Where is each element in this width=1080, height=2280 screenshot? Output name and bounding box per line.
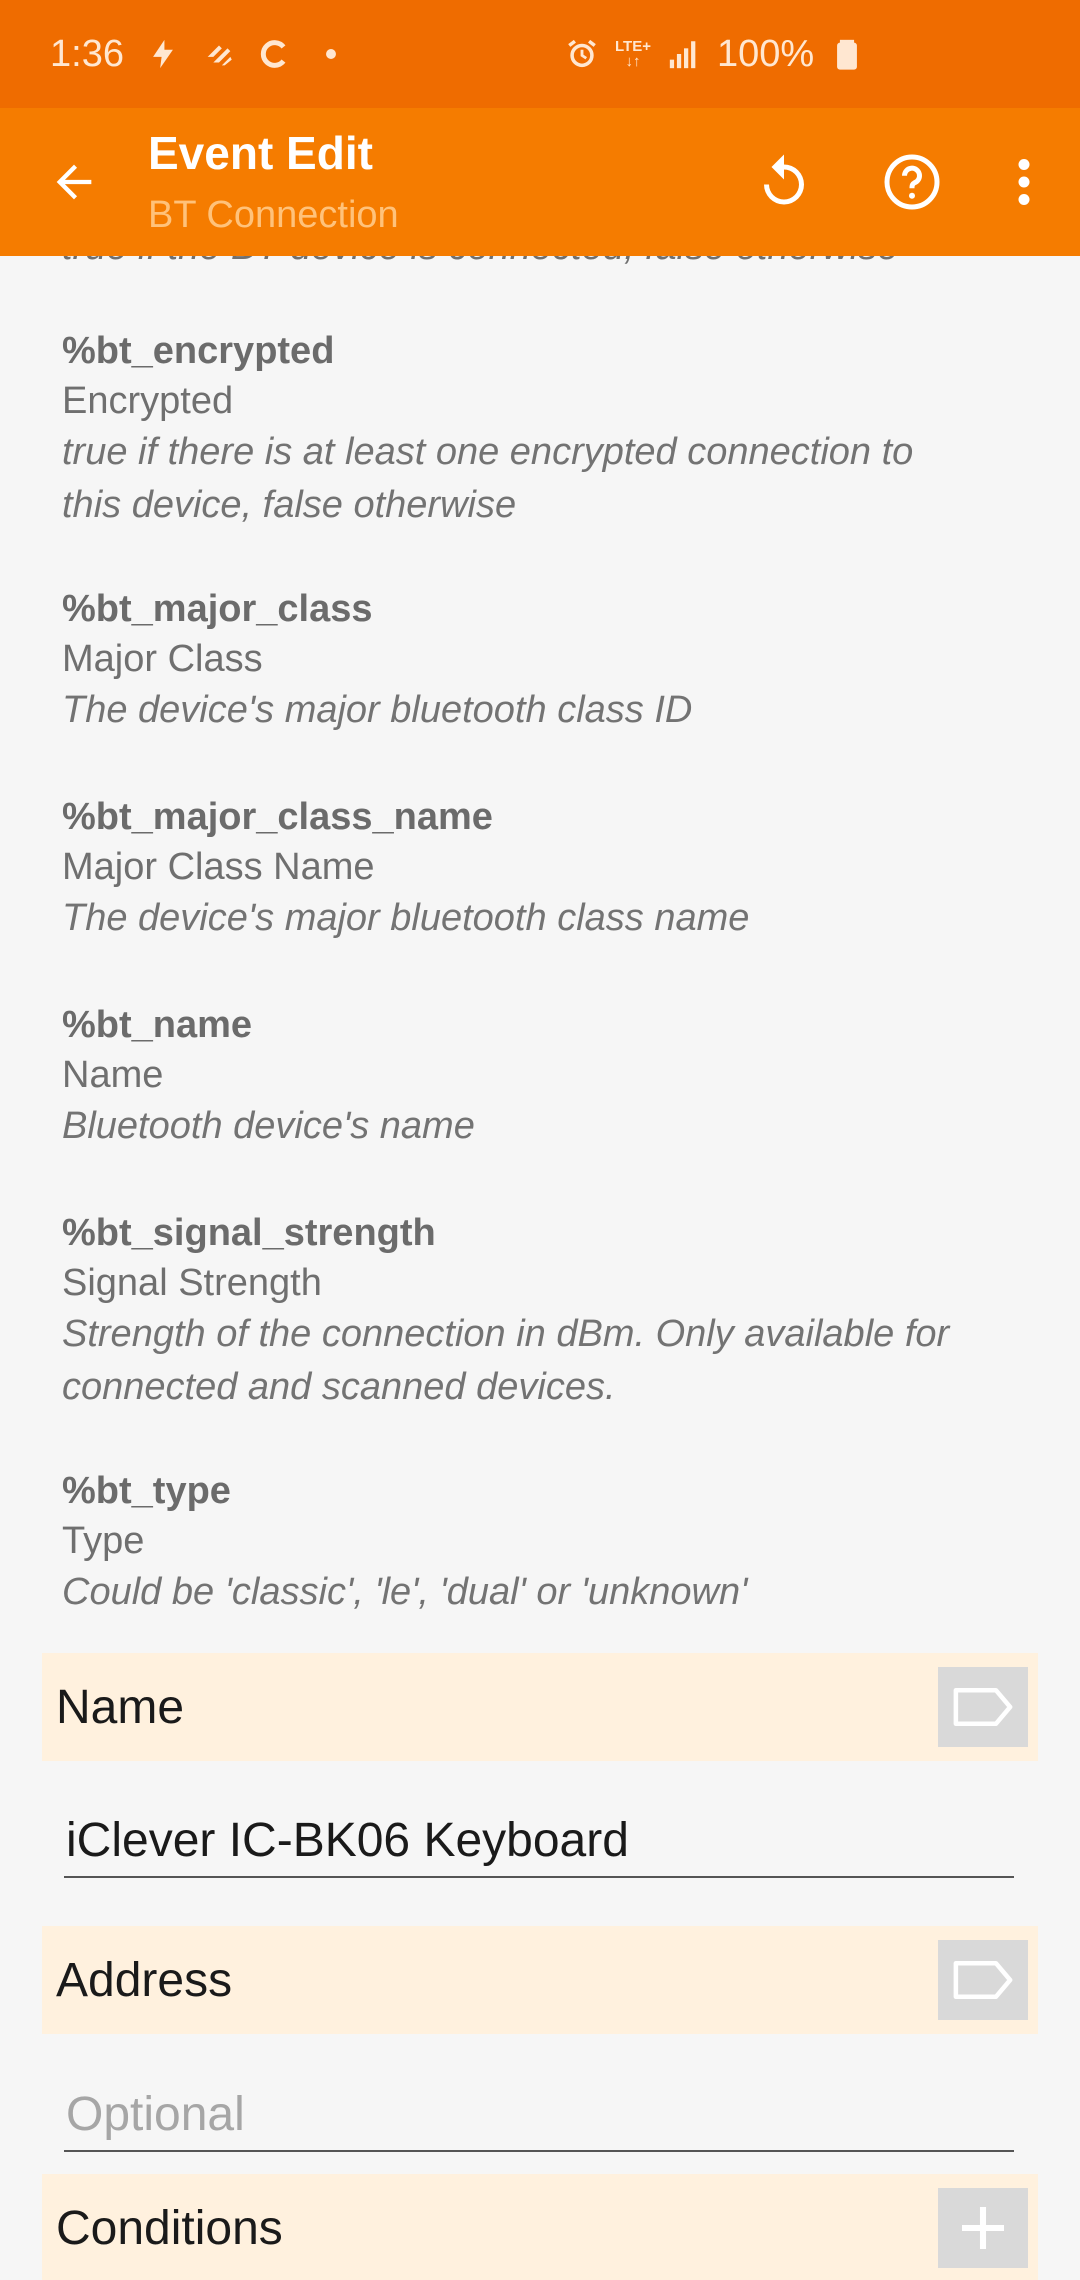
add-condition-button[interactable]: [938, 2188, 1028, 2268]
variable-bt-major-class: %bt_major_class Major Class The device's…: [62, 584, 1042, 737]
variable-name: %bt_signal_strength: [62, 1212, 436, 1254]
variable-bt-signal-strength: %bt_signal_strength Signal Strength Stre…: [62, 1208, 1042, 1414]
name-section-header: Name: [42, 1653, 1038, 1761]
variable-label: Signal Strength: [62, 1262, 322, 1304]
variable-bt-major-class-name: %bt_major_class_name Major Class Name Th…: [62, 792, 1042, 945]
conditions-section-label: Conditions: [56, 2201, 283, 2255]
label-tag-icon: [953, 1687, 1013, 1727]
variable-name: %bt_encrypted: [62, 330, 335, 372]
variable-description: The device's major bluetooth class name: [62, 897, 750, 939]
variable-bt-encrypted: %bt_encrypted Encrypted true if there is…: [62, 326, 1042, 532]
c-icon: [258, 37, 292, 71]
back-button[interactable]: [42, 150, 106, 214]
plus-icon: [962, 2207, 1004, 2249]
more-options-button[interactable]: [992, 150, 1056, 214]
battery-percent: 100%: [716, 32, 815, 75]
flash-icon: [146, 37, 180, 71]
address-variable-button[interactable]: [938, 1940, 1028, 2020]
lte-label: LTE+: [615, 38, 651, 55]
address-section-header: Address: [42, 1926, 1038, 2034]
battery-icon: [830, 37, 864, 71]
revert-button[interactable]: [752, 150, 816, 214]
more-vert-icon: [1018, 159, 1030, 205]
address-input[interactable]: Optional: [64, 2070, 1014, 2152]
alarm-icon: [565, 37, 599, 71]
status-right: LTE+ ↓↑ 100%: [565, 33, 864, 76]
variable-description: connected and scanned devices.: [62, 1366, 616, 1408]
variable-description: Could be 'classic', 'le', 'dual' or 'unk…: [62, 1571, 748, 1613]
data-arrows-icon: ↓↑: [625, 53, 641, 70]
app-bar: Event Edit BT Connection: [0, 108, 1080, 256]
variable-description-cut: true if the BT device is connected, fals…: [62, 256, 898, 269]
help-icon: [884, 154, 940, 210]
variable-label: Encrypted: [62, 380, 234, 422]
name-variable-button[interactable]: [938, 1667, 1028, 1747]
name-section-label: Name: [56, 1680, 185, 1734]
variable-label: Major Class Name: [62, 846, 375, 888]
lte-icon: LTE+ ↓↑: [615, 39, 651, 69]
address-section-label: Address: [56, 1953, 233, 2007]
variable-description: this device, false otherwise: [62, 484, 517, 526]
variable-description: true if there is at least one encrypted …: [62, 431, 914, 473]
variable-label: Type: [62, 1520, 145, 1562]
help-button[interactable]: [880, 150, 944, 214]
name-input[interactable]: iClever IC-BK06 Keyboard: [64, 1796, 1014, 1878]
arrow-back-icon: [56, 164, 92, 200]
status-time: 1:36: [50, 32, 124, 75]
variable-label: Major Class: [62, 638, 263, 680]
variable-description: Strength of the connection in dBm. Only …: [62, 1313, 950, 1355]
variable-name: %bt_name: [62, 1004, 253, 1046]
conditions-section-header: Conditions: [42, 2174, 1038, 2280]
variable-bt-name: %bt_name Name Bluetooth device's name: [62, 1000, 1042, 1153]
dot-icon: [314, 37, 348, 71]
variable-label: Name: [62, 1054, 164, 1096]
variable-bt-type: %bt_type Type Could be 'classic', 'le', …: [62, 1466, 1042, 1619]
undo-icon: [764, 154, 804, 205]
status-bar: 1:36 LTE+ ↓↑ 100%: [0, 0, 1080, 108]
variable-name: %bt_major_class: [62, 588, 373, 630]
page-title: Event Edit: [148, 127, 373, 179]
event-edit-content[interactable]: true if the BT device is connected, fals…: [0, 256, 1080, 2280]
page-subtitle: BT Connection: [148, 194, 399, 236]
variable-name: %bt_type: [62, 1470, 231, 1512]
variable-description: The device's major bluetooth class ID: [62, 689, 693, 731]
bolt-app-icon: [202, 37, 236, 71]
variable-name: %bt_major_class_name: [62, 796, 493, 838]
status-left: 1:36: [50, 33, 348, 76]
signal-icon: [667, 37, 701, 71]
label-tag-icon: [953, 1960, 1013, 2000]
variable-description: Bluetooth device's name: [62, 1105, 475, 1147]
